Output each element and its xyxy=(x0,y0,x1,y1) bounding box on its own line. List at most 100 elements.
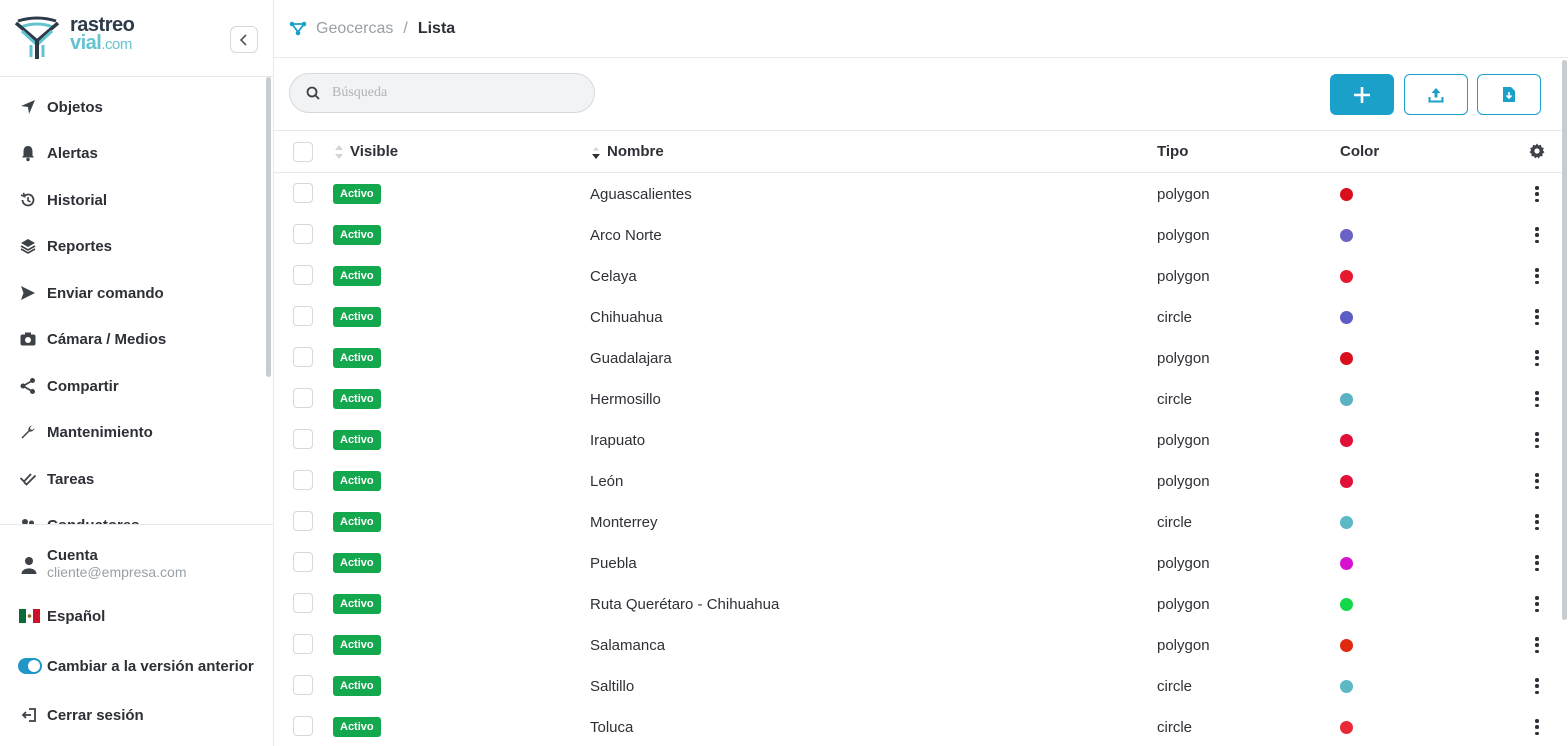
upload-button[interactable] xyxy=(1404,74,1468,115)
status-badge[interactable]: Activo xyxy=(333,348,381,368)
geofence-name: Aguascalientes xyxy=(590,186,692,203)
row-checkbox[interactable] xyxy=(293,634,313,654)
geofence-name: Celaya xyxy=(590,268,637,285)
row-checkbox[interactable] xyxy=(293,593,313,613)
sidebar-item-reportes[interactable]: Reportes xyxy=(18,231,112,261)
row-actions-button[interactable] xyxy=(1530,184,1544,204)
sidebar-scrollbar[interactable] xyxy=(266,77,271,377)
status-badge[interactable]: Activo xyxy=(333,430,381,450)
sidebar-item-historial[interactable]: Historial xyxy=(18,185,107,215)
column-color[interactable]: Color xyxy=(1340,143,1379,160)
row-actions-button[interactable] xyxy=(1530,307,1544,327)
kebab-dot xyxy=(1535,438,1539,442)
row-checkbox[interactable] xyxy=(293,552,313,572)
status-badge[interactable]: Activo xyxy=(333,635,381,655)
sidebar-item-alertas[interactable]: Alertas xyxy=(18,138,98,168)
column-nombre[interactable]: Nombre xyxy=(591,143,664,160)
kebab-dot xyxy=(1535,315,1539,319)
table-row[interactable]: Activo Celaya polygon xyxy=(274,255,1562,296)
row-checkbox[interactable] xyxy=(293,265,313,285)
main-scrollbar[interactable] xyxy=(1562,60,1567,620)
status-badge[interactable]: Activo xyxy=(333,389,381,409)
row-checkbox[interactable] xyxy=(293,675,313,695)
status-badge[interactable]: Activo xyxy=(333,225,381,245)
row-actions-button[interactable] xyxy=(1530,635,1544,655)
logo-area: rastreo vial.com xyxy=(0,0,273,77)
sidebar-item-compartir[interactable]: Compartir xyxy=(18,371,119,401)
row-actions-button[interactable] xyxy=(1530,430,1544,450)
geofence-table: Visible Nombre Tipo Color Activo Aguascal… xyxy=(274,130,1562,746)
sidebar-item-mantenimiento[interactable]: Mantenimiento xyxy=(18,417,153,447)
language-selector[interactable]: Español xyxy=(18,606,105,626)
row-actions-button[interactable] xyxy=(1530,348,1544,368)
table-row[interactable]: Activo Monterrey circle xyxy=(274,501,1562,542)
table-row[interactable]: Activo Chihuahua circle xyxy=(274,296,1562,337)
table-row[interactable]: Activo Irapuato polygon xyxy=(274,419,1562,460)
status-badge[interactable]: Activo xyxy=(333,676,381,696)
status-badge[interactable]: Activo xyxy=(333,307,381,327)
breadcrumb-geocercas[interactable]: Geocercas xyxy=(316,20,393,38)
status-badge[interactable]: Activo xyxy=(333,471,381,491)
table-row[interactable]: Activo León polygon xyxy=(274,460,1562,501)
row-checkbox[interactable] xyxy=(293,470,313,490)
status-badge[interactable]: Activo xyxy=(333,717,381,737)
row-actions-button[interactable] xyxy=(1530,553,1544,573)
breadcrumb-lista: Lista xyxy=(417,19,456,37)
sidebar-item-tareas[interactable]: Tareas xyxy=(18,464,94,494)
status-badge[interactable]: Activo xyxy=(333,512,381,532)
sidebar-item-conductores[interactable]: Conductores xyxy=(18,510,140,525)
status-badge[interactable]: Activo xyxy=(333,553,381,573)
legacy-version-toggle[interactable]: Cambiar a la versión anterior xyxy=(18,656,254,676)
account-menu[interactable]: Cuenta cliente@empresa.com xyxy=(18,547,187,580)
row-checkbox[interactable] xyxy=(293,306,313,326)
sidebar-item-camara-medios[interactable]: Cámara / Medios xyxy=(18,324,166,354)
top-bar: Geocercas / Lista xyxy=(274,0,1568,58)
table-row[interactable]: Activo Ruta Querétaro - Chihuahua polygon xyxy=(274,583,1562,624)
row-checkbox[interactable] xyxy=(293,429,313,449)
row-checkbox[interactable] xyxy=(293,347,313,367)
geofence-type: polygon xyxy=(1157,555,1210,572)
toggle-switch[interactable] xyxy=(18,658,42,674)
logout-button[interactable]: Cerrar sesión xyxy=(18,705,144,725)
table-row[interactable]: Activo Hermosillo circle xyxy=(274,378,1562,419)
collapse-sidebar-button[interactable] xyxy=(230,26,258,53)
column-visible[interactable]: Visible xyxy=(334,143,398,160)
export-file-button[interactable] xyxy=(1477,74,1541,115)
mexico-flag-icon xyxy=(18,606,40,626)
sidebar-item-objetos[interactable]: Objetos xyxy=(18,92,103,122)
row-actions-button[interactable] xyxy=(1530,225,1544,245)
row-checkbox[interactable] xyxy=(293,224,313,244)
status-badge[interactable]: Activo xyxy=(333,184,381,204)
color-swatch xyxy=(1340,721,1353,734)
row-actions-button[interactable] xyxy=(1530,471,1544,491)
add-geofence-button[interactable] xyxy=(1330,74,1394,115)
table-row[interactable]: Activo Puebla polygon xyxy=(274,542,1562,583)
select-all-checkbox[interactable] xyxy=(293,142,313,162)
status-badge[interactable]: Activo xyxy=(333,266,381,286)
gear-icon[interactable] xyxy=(1529,143,1545,164)
sidebar-item-enviar-comando[interactable]: Enviar comando xyxy=(18,278,164,308)
table-row[interactable]: Activo Guadalajara polygon xyxy=(274,337,1562,378)
kebab-dot xyxy=(1535,391,1539,395)
table-row[interactable]: Activo Arco Norte polygon xyxy=(274,214,1562,255)
row-actions-button[interactable] xyxy=(1530,717,1544,737)
table-row[interactable]: Activo Salamanca polygon xyxy=(274,624,1562,665)
row-actions-button[interactable] xyxy=(1530,389,1544,409)
breadcrumb-separator: / xyxy=(403,19,408,37)
table-row[interactable]: Activo Aguascalientes polygon xyxy=(274,173,1562,214)
status-badge[interactable]: Activo xyxy=(333,594,381,614)
color-swatch xyxy=(1340,639,1353,652)
row-actions-button[interactable] xyxy=(1530,266,1544,286)
column-tipo[interactable]: Tipo xyxy=(1157,143,1188,160)
table-row[interactable]: Activo Saltillo circle xyxy=(274,665,1562,706)
row-checkbox[interactable] xyxy=(293,183,313,203)
row-actions-button[interactable] xyxy=(1530,594,1544,614)
row-checkbox[interactable] xyxy=(293,388,313,408)
search-box[interactable] xyxy=(289,73,595,113)
row-actions-button[interactable] xyxy=(1530,512,1544,532)
row-checkbox[interactable] xyxy=(293,511,313,531)
row-actions-button[interactable] xyxy=(1530,676,1544,696)
table-row[interactable]: Activo Toluca circle xyxy=(274,706,1562,746)
row-checkbox[interactable] xyxy=(293,716,313,736)
search-input[interactable] xyxy=(332,85,572,101)
